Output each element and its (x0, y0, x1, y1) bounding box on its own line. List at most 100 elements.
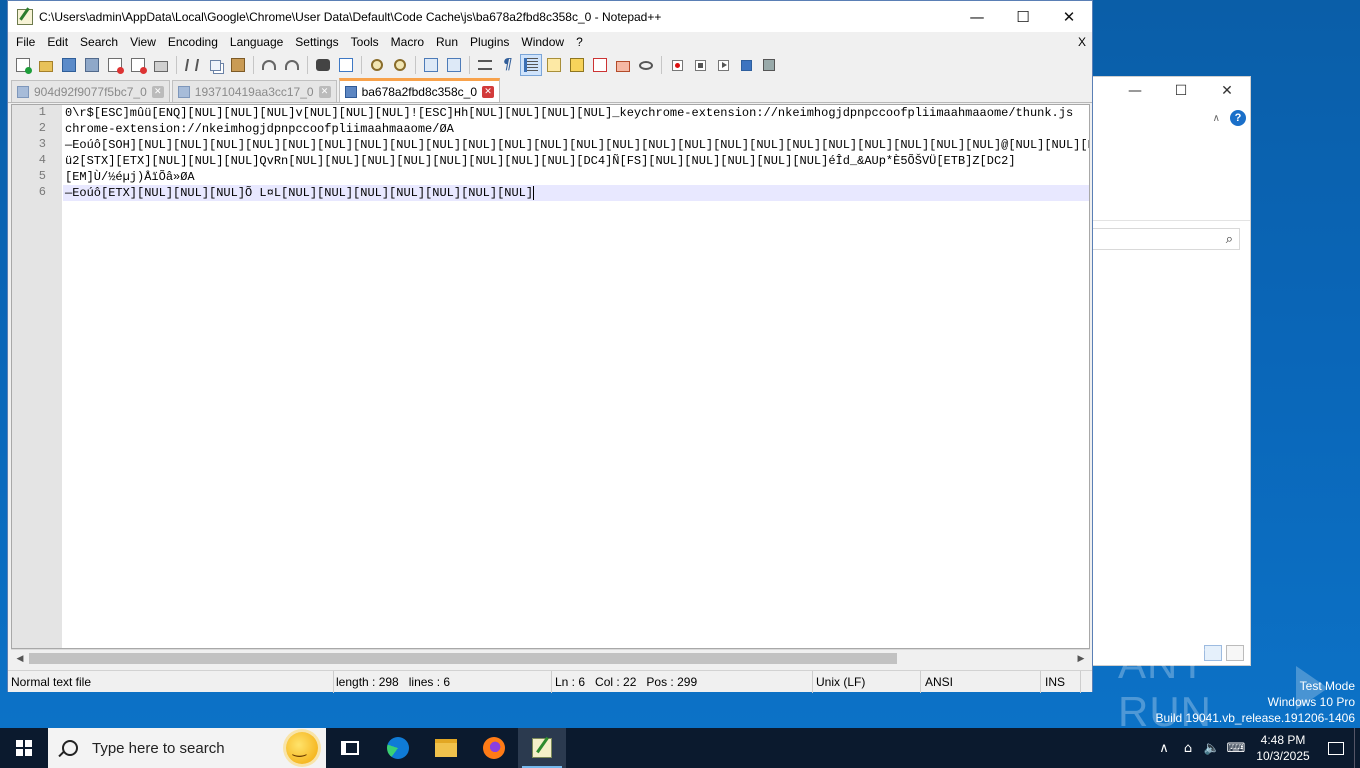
save-macro-button[interactable] (758, 54, 780, 76)
menu-search[interactable]: Search (74, 32, 124, 52)
menu-plugins[interactable]: Plugins (464, 32, 515, 52)
function-list-icon (570, 58, 584, 72)
open-file-button[interactable] (35, 54, 57, 76)
indent-guide-button[interactable] (520, 54, 542, 76)
scroll-right-icon[interactable]: ▶ (1073, 651, 1089, 666)
monitoring-icon (639, 60, 653, 70)
edge-taskbar-button[interactable] (374, 728, 422, 768)
current-code-line: —Eoúô[ETX][NUL][NUL][NUL]Õ L¤L[NUL][NUL]… (63, 185, 1089, 201)
tab-close-icon[interactable]: ✕ (482, 85, 495, 98)
save-button[interactable] (58, 54, 80, 76)
new-file-button[interactable] (12, 54, 34, 76)
help-icon[interactable]: ? (1230, 110, 1246, 126)
playback-macro-button[interactable] (712, 54, 734, 76)
menu-encoding[interactable]: Encoding (162, 32, 224, 52)
close-all-button[interactable] (127, 54, 149, 76)
paste-icon (231, 58, 245, 72)
close-document-button[interactable]: X (1078, 32, 1086, 52)
tray-overflow-chevron-icon[interactable]: ∧ (1152, 728, 1176, 768)
cut-button[interactable] (181, 54, 203, 76)
collapse-ribbon-icon[interactable]: ∧ (1213, 113, 1220, 124)
status-encoding[interactable]: ANSI (921, 670, 1041, 693)
stop-record-button[interactable] (689, 54, 711, 76)
redo-button[interactable] (281, 54, 303, 76)
menu-window[interactable]: Window (515, 32, 570, 52)
tab-193710419aa3cc17[interactable]: 193710419aa3cc17_0 ✕ (171, 80, 337, 102)
find-button[interactable] (312, 54, 334, 76)
indent-guide-icon (524, 58, 538, 72)
menu-language[interactable]: Language (224, 32, 289, 52)
save-icon (62, 58, 76, 72)
taskbar-search-box[interactable]: Type here to search (48, 728, 326, 768)
folder-as-workspace-button[interactable] (589, 54, 611, 76)
bg-close-button[interactable]: ✕ (1204, 77, 1250, 105)
function-list-button[interactable] (566, 54, 588, 76)
project-panel-button[interactable] (612, 54, 634, 76)
maximize-button[interactable]: ☐ (1000, 1, 1046, 32)
scroll-left-icon[interactable]: ◀ (12, 651, 28, 666)
status-eol[interactable]: Unix (LF) (813, 670, 921, 693)
zoom-out-button[interactable] (389, 54, 411, 76)
menu-macro[interactable]: Macro (385, 32, 430, 52)
zoom-in-button[interactable] (366, 54, 388, 76)
menu-edit[interactable]: Edit (41, 32, 74, 52)
keyboard-icon[interactable]: ⌨ (1224, 728, 1248, 768)
horizontal-scrollbar[interactable]: ◀ ▶ (11, 649, 1090, 666)
notepad-plus-plus-icon (532, 738, 552, 758)
status-insert-mode[interactable]: INS (1041, 670, 1081, 693)
scrollbar-thumb[interactable] (29, 653, 897, 664)
cut-icon (184, 59, 200, 71)
paste-button[interactable] (227, 54, 249, 76)
sync-scroll-h-icon (447, 58, 461, 72)
tab-close-icon[interactable]: ✕ (318, 85, 331, 98)
undo-button[interactable] (258, 54, 280, 76)
close-button[interactable]: ✕ (1046, 1, 1092, 32)
tab-904d92f9077f5bc7[interactable]: 904d92f9077f5bc7_0 ✕ (11, 80, 170, 102)
network-icon[interactable]: ⌂ (1176, 728, 1200, 768)
volume-icon[interactable]: 🔈 (1200, 728, 1224, 768)
notepad-plus-plus-taskbar-button[interactable] (518, 728, 566, 768)
replace-button[interactable] (335, 54, 357, 76)
taskbar-clock[interactable]: 4:48 PM 10/3/2025 (1248, 732, 1318, 764)
word-wrap-button[interactable] (474, 54, 496, 76)
action-center-button[interactable] (1318, 728, 1354, 768)
search-highlight-icon[interactable] (286, 732, 318, 764)
menu-settings[interactable]: Settings (289, 32, 344, 52)
monitoring-button[interactable] (635, 54, 657, 76)
line-number-gutter: 1 2 3 4 5 6 (12, 105, 62, 648)
file-explorer-taskbar-button[interactable] (422, 728, 470, 768)
print-button[interactable] (150, 54, 172, 76)
menu-tools[interactable]: Tools (345, 32, 385, 52)
show-desktop-button[interactable] (1354, 728, 1360, 768)
tab-ba678a2fbd8c358c[interactable]: ba678a2fbd8c358c_0 ✕ (338, 78, 501, 102)
record-macro-button[interactable] (666, 54, 688, 76)
minimize-button[interactable]: — (954, 1, 1000, 32)
text-editor[interactable]: 1 2 3 4 5 6 0\r$[ESC]mûü[ENQ][NUL][NUL][… (11, 104, 1090, 649)
document-map-button[interactable] (543, 54, 565, 76)
menu-file[interactable]: File (10, 32, 41, 52)
code-line-text: —Eoúô[ETX][NUL][NUL][NUL]Õ L¤L[NUL][NUL]… (65, 186, 534, 200)
close-all-icon (131, 58, 147, 74)
start-button[interactable] (0, 728, 48, 768)
firefox-taskbar-button[interactable] (470, 728, 518, 768)
bg-minimize-button[interactable]: — (1112, 77, 1158, 105)
folder-as-workspace-icon (593, 58, 607, 72)
toolbar-separator (415, 56, 416, 74)
copy-button[interactable] (204, 54, 226, 76)
show-all-chars-button[interactable] (497, 54, 519, 76)
tab-close-icon[interactable]: ✕ (151, 85, 164, 98)
menu-view[interactable]: View (124, 32, 162, 52)
run-macro-multiple-button[interactable] (735, 54, 757, 76)
close-file-button[interactable] (104, 54, 126, 76)
notepad-plus-plus-icon (17, 8, 33, 25)
task-view-button[interactable] (326, 728, 374, 768)
menu-run[interactable]: Run (430, 32, 464, 52)
line-number: 1 (38, 105, 46, 119)
sync-scroll-v-button[interactable] (420, 54, 442, 76)
sync-scroll-h-button[interactable] (443, 54, 465, 76)
bg-maximize-button[interactable]: ☐ (1158, 77, 1204, 105)
save-all-button[interactable] (81, 54, 103, 76)
menu-help[interactable]: ? (570, 32, 589, 52)
bg-search-box[interactable]: ⌕ (1093, 228, 1240, 250)
test-mode-label: Test Mode (1299, 679, 1355, 693)
